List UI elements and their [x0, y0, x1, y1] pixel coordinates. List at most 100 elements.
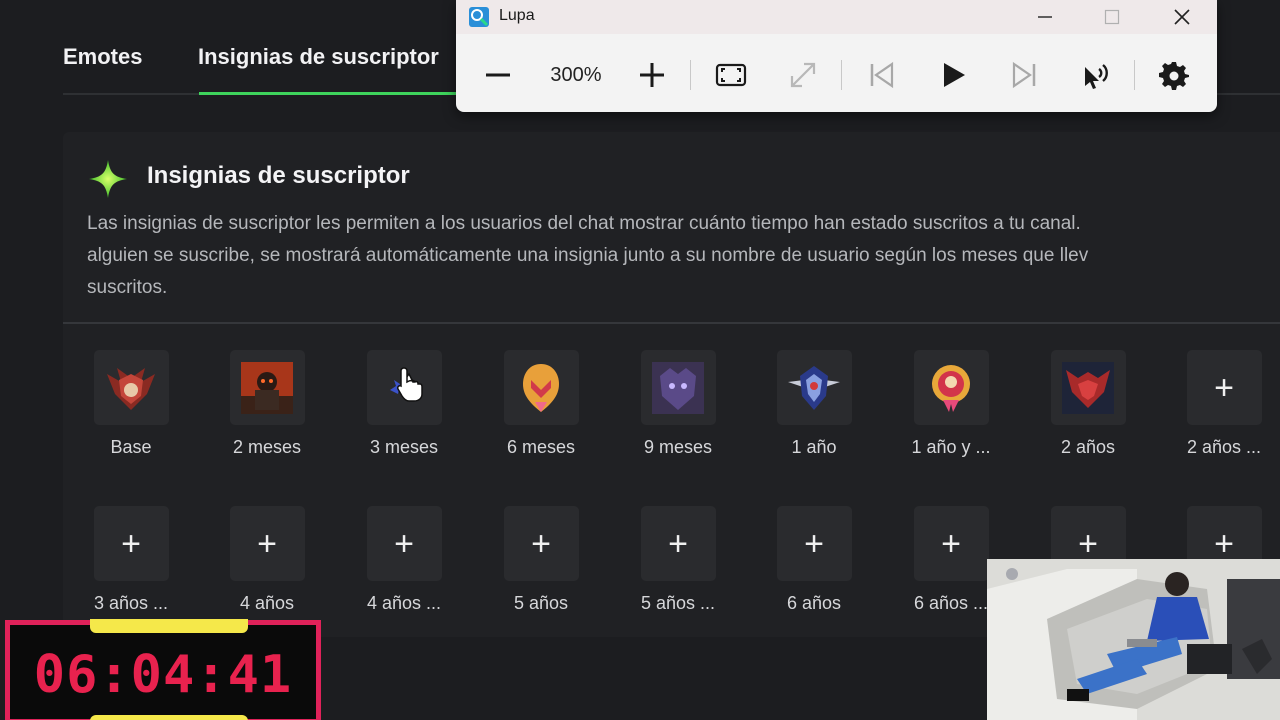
plus-icon: + — [804, 524, 824, 563]
toolbar-separator — [1134, 60, 1135, 90]
golden-helmet-badge-icon — [523, 363, 559, 412]
badge-label: 6 años — [786, 593, 842, 613]
badge-slot: + 6 años — [754, 506, 874, 614]
tab-emotes[interactable]: Emotes — [63, 44, 142, 70]
badge-image-button[interactable] — [229, 350, 305, 425]
badge-label: 1 año y ... — [911, 437, 991, 457]
plus-icon: + — [1214, 368, 1234, 407]
badge-label: 3 meses — [369, 437, 439, 457]
sparkle-icon — [89, 160, 127, 198]
play-icon — [944, 63, 965, 87]
badge-slot: + 2 años ... — [1164, 350, 1280, 458]
badge-label: 4 años ... — [366, 593, 442, 613]
stream-timer: 06:04:41 — [5, 619, 321, 720]
badge-image-button[interactable] — [503, 350, 579, 425]
gear-icon — [1159, 62, 1189, 90]
close-button[interactable] — [1159, 0, 1205, 34]
next-button[interactable] — [1004, 56, 1046, 94]
badge-label: 2 años — [1060, 437, 1116, 457]
badge-slot: 2 meses — [207, 350, 327, 458]
badge-slot: + 4 años ... — [344, 506, 464, 614]
badge-label: Base — [110, 437, 152, 457]
play-button[interactable] — [932, 56, 974, 94]
badge-image-button[interactable] — [1050, 350, 1126, 425]
description-line: alguien se suscribe, se mostrará automát… — [87, 245, 1089, 266]
fullscreen-icon — [715, 63, 747, 87]
badge-image-button[interactable] — [776, 350, 852, 425]
red-shield-badge-icon — [107, 367, 155, 410]
timer-value: 06:04:41 — [33, 645, 293, 705]
maximize-icon — [1104, 9, 1120, 25]
badge-label: 5 años — [513, 593, 569, 613]
badge-label: 4 años — [239, 593, 295, 613]
badge-slot: 2 años — [1028, 350, 1148, 458]
add-badge-button[interactable]: + — [1186, 350, 1262, 425]
zoom-out-button[interactable] — [478, 56, 518, 94]
timer-tab-decoration — [90, 715, 248, 720]
skip-back-icon — [870, 61, 894, 89]
webcam-feed — [987, 559, 1280, 720]
read-aloud-pointer-icon — [1085, 64, 1108, 89]
badge-slot: 1 año — [754, 350, 874, 458]
zoom-in-button[interactable] — [632, 56, 672, 94]
read-from-here-button[interactable] — [1076, 56, 1118, 94]
plus-icon: + — [668, 524, 688, 563]
badge-image-button[interactable] — [640, 350, 716, 425]
purple-beast-badge-icon — [652, 361, 704, 414]
badge-slot: + 5 años ... — [618, 506, 738, 614]
previous-button[interactable] — [860, 56, 902, 94]
badge-label: 2 años ... — [1186, 437, 1262, 457]
add-badge-button[interactable]: + — [913, 506, 989, 581]
plus-icon: + — [394, 524, 414, 563]
maximize-button[interactable] — [1089, 0, 1135, 34]
expand-button[interactable] — [782, 56, 824, 94]
close-icon — [1174, 9, 1190, 25]
winged-blue-shield-badge-icon — [788, 365, 840, 410]
badge-label: 3 años ... — [93, 593, 169, 613]
plus-icon: + — [121, 524, 141, 563]
description-line: Las insignias de suscriptor les permiten… — [87, 213, 1081, 234]
toolbar-separator — [841, 60, 842, 90]
plus-icon: + — [1078, 524, 1098, 563]
add-badge-button[interactable]: + — [229, 506, 305, 581]
toolbar-separator — [690, 60, 691, 90]
magnifier-app-icon — [469, 7, 489, 27]
section-title: Insignias de suscriptor — [147, 162, 410, 189]
description-line: suscritos. — [87, 277, 168, 298]
add-badge-button[interactable]: + — [640, 506, 716, 581]
settings-button[interactable] — [1153, 56, 1195, 94]
magnifier-window: Lupa 300% — [456, 0, 1217, 112]
gold-skull-medal-badge-icon — [932, 364, 970, 412]
plus-icon: + — [257, 524, 277, 563]
badge-slot: + 4 años — [207, 506, 327, 614]
skip-forward-icon — [1012, 61, 1036, 89]
badge-image-button[interactable] — [93, 350, 169, 425]
panel-divider — [63, 322, 1280, 324]
badge-label: 9 meses — [643, 437, 713, 457]
add-badge-button[interactable]: + — [93, 506, 169, 581]
badge-slot: 1 año y ... — [891, 350, 1011, 458]
fullscreen-button[interactable] — [710, 56, 752, 94]
badge-slot: Base — [71, 350, 191, 458]
minus-icon — [486, 73, 510, 77]
fire-warrior-badge-icon — [241, 361, 293, 414]
plus-icon — [640, 63, 664, 87]
add-badge-button[interactable]: + — [366, 506, 442, 581]
minimize-button[interactable] — [1022, 0, 1068, 34]
badge-slot: 9 meses — [618, 350, 738, 458]
magnifier-toolbar: 300% — [456, 42, 1217, 108]
badge-label: 2 meses — [232, 437, 302, 457]
add-badge-button[interactable]: + — [503, 506, 579, 581]
plus-icon: + — [941, 524, 961, 563]
add-badge-button[interactable]: + — [776, 506, 852, 581]
badge-image-button[interactable] — [913, 350, 989, 425]
expand-icon — [790, 62, 816, 88]
magnifier-titlebar[interactable]: Lupa — [456, 0, 1217, 34]
minimize-icon — [1038, 16, 1052, 18]
magnifier-title: Lupa — [499, 7, 535, 24]
timer-tab-decoration — [90, 619, 248, 633]
red-demon-badge-icon — [1062, 361, 1114, 414]
badge-label: 1 año — [791, 437, 837, 457]
tab-subscriber-badges[interactable]: Insignias de suscriptor — [198, 44, 439, 70]
badge-slot: 6 meses — [481, 350, 601, 458]
